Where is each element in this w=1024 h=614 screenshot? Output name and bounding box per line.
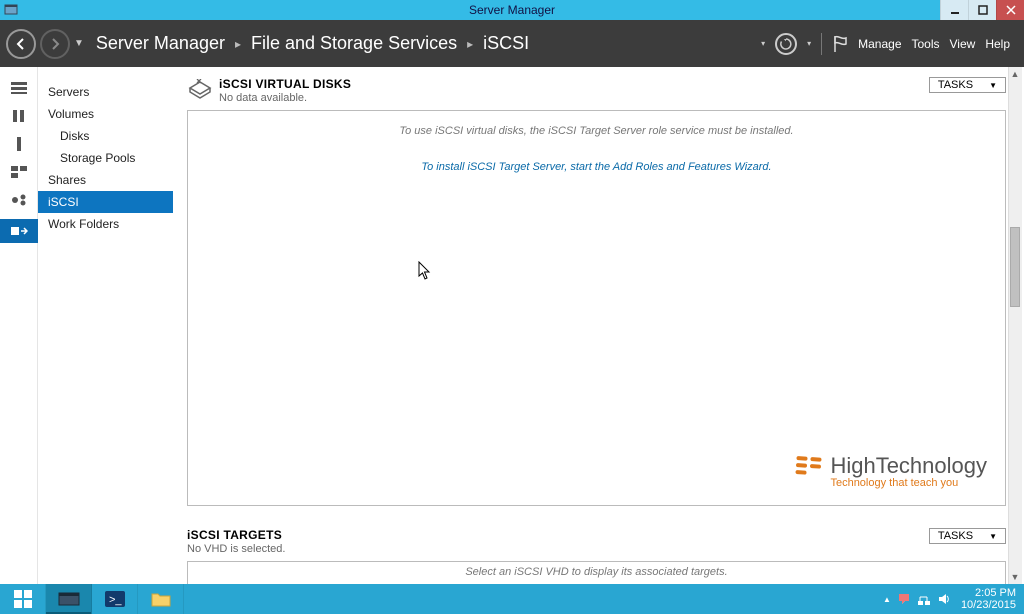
sidebar-item-disks[interactable]: Disks: [38, 125, 173, 147]
navbar: ▼ Server Manager ▸ File and Storage Serv…: [0, 20, 1024, 67]
watermark-title: HighTechnology: [830, 453, 987, 479]
tasks-dropdown-virtual-disks[interactable]: TASKS ▼: [929, 77, 1006, 93]
tasks-label: TASKS: [938, 530, 973, 542]
targets-empty-message: Select an iSCSI VHD to display its assoc…: [465, 566, 727, 584]
sidebar-item-iscsi[interactable]: iSCSI: [38, 191, 173, 213]
app-icon: [4, 3, 18, 17]
scroll-thumb[interactable]: [1010, 227, 1020, 307]
breadcrumb-root[interactable]: Server Manager: [96, 33, 225, 54]
back-button[interactable]: [6, 29, 36, 59]
refresh-dropdown[interactable]: ▾: [807, 39, 811, 48]
section-title-targets: iSCSI TARGETS: [187, 528, 929, 542]
chevron-down-icon: ▼: [989, 81, 997, 90]
breadcrumb-page[interactable]: iSCSI: [483, 33, 529, 54]
scroll-up-icon[interactable]: ▲: [1008, 67, 1022, 81]
sidebar-item-servers[interactable]: Servers: [38, 81, 173, 103]
disks-icon[interactable]: [10, 137, 28, 151]
history-dropdown[interactable]: ▼: [74, 38, 84, 49]
sidebar-item-shares[interactable]: Shares: [38, 169, 173, 191]
minimize-button[interactable]: [940, 0, 968, 20]
breadcrumb: Server Manager ▸ File and Storage Servic…: [96, 33, 529, 54]
breadcrumb-more-dropdown[interactable]: ▾: [761, 39, 765, 48]
section-subtitle-targets: No VHD is selected.: [187, 543, 929, 555]
volumes-icon[interactable]: [10, 109, 28, 123]
chevron-down-icon: ▼: [989, 532, 997, 541]
system-tray: ▲ 2:05 PM 10/23/2015: [875, 584, 1024, 614]
scroll-down-icon[interactable]: ▼: [1008, 570, 1022, 584]
forward-button: [40, 29, 70, 59]
icon-strip: [0, 67, 38, 584]
shares-icon[interactable]: [10, 193, 28, 207]
tray-overflow-icon[interactable]: ▲: [883, 595, 891, 604]
menu-tools[interactable]: Tools: [912, 37, 940, 51]
install-link[interactable]: To install iSCSI Target Server, start th…: [421, 161, 771, 173]
sidebar-item-volumes[interactable]: Volumes: [38, 103, 173, 125]
virtual-disks-panel: To use iSCSI virtual disks, the iSCSI Ta…: [187, 110, 1006, 506]
taskbar-powershell[interactable]: >_: [92, 584, 138, 614]
window-titlebar: Server Manager: [0, 0, 1024, 20]
servers-icon[interactable]: [10, 81, 28, 95]
menu-manage[interactable]: Manage: [858, 37, 901, 51]
window-title: Server Manager: [0, 3, 1024, 17]
taskbar: >_ ▲ 2:05 PM 10/23/2015: [0, 584, 1024, 614]
scrollbar[interactable]: ▲ ▼: [1008, 67, 1022, 584]
watermark-logo: HighTechnology Technology that teach you: [796, 453, 987, 489]
storage-pools-icon[interactable]: [10, 165, 28, 179]
sidebar-item-storage-pools[interactable]: Storage Pools: [38, 147, 173, 169]
virtual-disk-icon: [187, 79, 213, 101]
iscsi-icon[interactable]: [0, 219, 38, 243]
logo-icon: [796, 456, 827, 476]
menu-help[interactable]: Help: [985, 37, 1010, 51]
cursor-icon: [418, 261, 434, 281]
clock-date: 10/23/2015: [961, 599, 1016, 611]
network-icon[interactable]: [917, 592, 931, 606]
breadcrumb-section[interactable]: File and Storage Services: [251, 33, 457, 54]
close-button[interactable]: [996, 0, 1024, 20]
content-area: ▲ ▼ iSCSI VIRTUAL DISKS No data availabl…: [173, 67, 1024, 584]
empty-message: To use iSCSI virtual disks, the iSCSI Ta…: [399, 125, 793, 137]
clock[interactable]: 2:05 PM 10/23/2015: [961, 587, 1016, 611]
sidebar: Servers Volumes Disks Storage Pools Shar…: [38, 67, 173, 584]
clock-time: 2:05 PM: [961, 587, 1016, 599]
sidebar-item-work-folders[interactable]: Work Folders: [38, 213, 173, 235]
refresh-button[interactable]: [775, 33, 797, 55]
targets-panel: Select an iSCSI VHD to display its assoc…: [187, 561, 1006, 584]
start-button[interactable]: [0, 584, 46, 614]
sound-icon[interactable]: [937, 592, 951, 606]
chevron-right-icon: ▸: [467, 37, 473, 51]
taskbar-server-manager[interactable]: [46, 584, 92, 614]
tasks-label: TASKS: [938, 79, 973, 91]
menu-view[interactable]: View: [950, 37, 976, 51]
taskbar-explorer[interactable]: [138, 584, 184, 614]
maximize-button[interactable]: [968, 0, 996, 20]
divider: [821, 33, 822, 55]
notifications-flag-icon[interactable]: [832, 35, 848, 53]
section-subtitle-virtual-disks: No data available.: [219, 92, 929, 104]
section-title-virtual-disks: iSCSI VIRTUAL DISKS: [219, 77, 929, 91]
action-center-icon[interactable]: [897, 592, 911, 606]
tasks-dropdown-targets[interactable]: TASKS ▼: [929, 528, 1006, 544]
chevron-right-icon: ▸: [235, 37, 241, 51]
svg-text:>_: >_: [109, 594, 122, 606]
